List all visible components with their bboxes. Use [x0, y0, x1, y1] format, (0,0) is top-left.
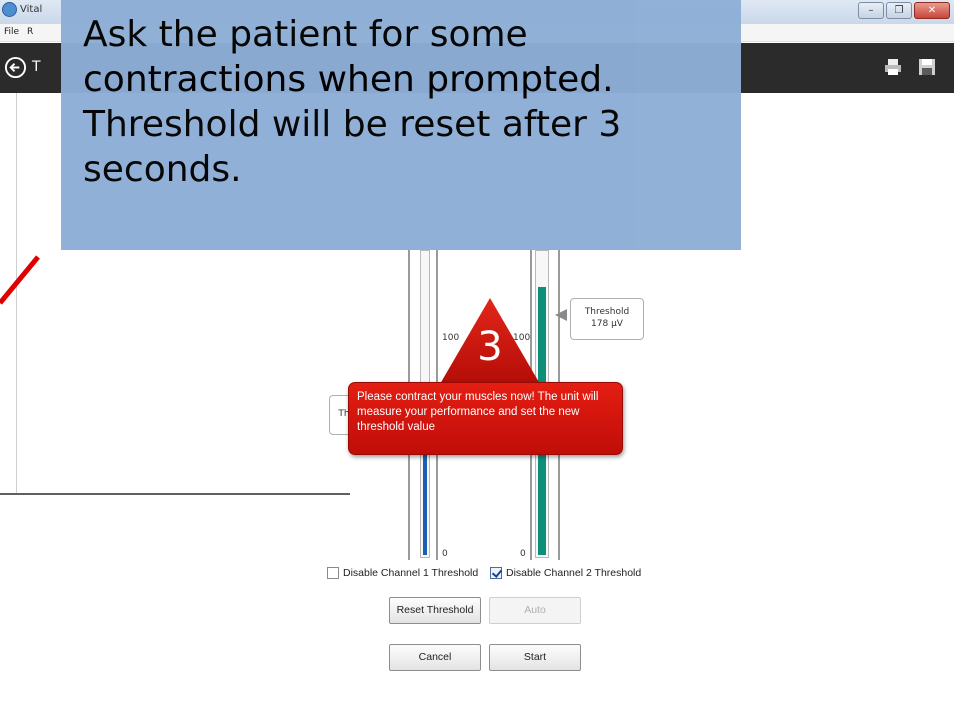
disable-channel1-threshold[interactable]: Disable Channel 1 Threshold	[327, 567, 478, 579]
close-button[interactable]: ✕	[914, 2, 950, 19]
reset-threshold-button[interactable]: Reset Threshold	[389, 597, 481, 624]
annotation-arrow-icon	[0, 255, 40, 305]
disable-channel1-label: Disable Channel 1 Threshold	[343, 567, 479, 579]
channel2-threshold-label: Threshold	[584, 307, 630, 317]
contract-prompt-text: Please contract your muscles now! The un…	[357, 391, 599, 433]
back-arrow-icon[interactable]	[4, 56, 27, 79]
disable-channel2-threshold[interactable]: Disable Channel 2 Threshold	[490, 567, 641, 579]
disable-channel2-label: Disable Channel 2 Threshold	[506, 567, 642, 579]
channel1-scale-min: 0	[442, 549, 448, 559]
screen: Vital – ❐ ✕ File R T 100 0 Th 100 0 Thre…	[0, 0, 954, 721]
channel2-threshold-callout: Threshold 178 µV	[570, 298, 644, 340]
instruction-text: Ask the patient for some contractions wh…	[83, 14, 622, 190]
channel2-scale-min: 0	[520, 549, 526, 559]
panel-bottom-border	[0, 493, 350, 495]
auto-button[interactable]: Auto	[489, 597, 581, 624]
menu-file[interactable]: File	[4, 27, 19, 37]
app-icon	[2, 2, 17, 17]
start-button[interactable]: Start	[489, 644, 581, 671]
instruction-callout: Ask the patient for some contractions wh…	[61, 0, 741, 250]
channel2-threshold-value: 178 µV	[591, 319, 623, 329]
menu-item-2[interactable]: R	[27, 27, 33, 37]
countdown-value: 3	[477, 324, 503, 370]
disable-channel2-checkbox[interactable]	[490, 567, 502, 579]
window-controls: – ❐ ✕	[858, 2, 950, 19]
print-icon[interactable]	[884, 58, 902, 76]
countdown-indicator: 3	[438, 296, 542, 386]
contract-prompt: Please contract your muscles now! The un…	[348, 382, 623, 455]
minimize-button[interactable]: –	[858, 2, 884, 19]
channel2-threshold-pointer[interactable]	[555, 309, 567, 321]
disable-channel1-checkbox[interactable]	[327, 567, 339, 579]
cancel-button[interactable]: Cancel	[389, 644, 481, 671]
save-icon[interactable]	[918, 58, 936, 76]
toolbar-title: T	[32, 59, 41, 75]
restore-button[interactable]: ❐	[886, 2, 912, 19]
window-title: Vital	[20, 4, 43, 15]
